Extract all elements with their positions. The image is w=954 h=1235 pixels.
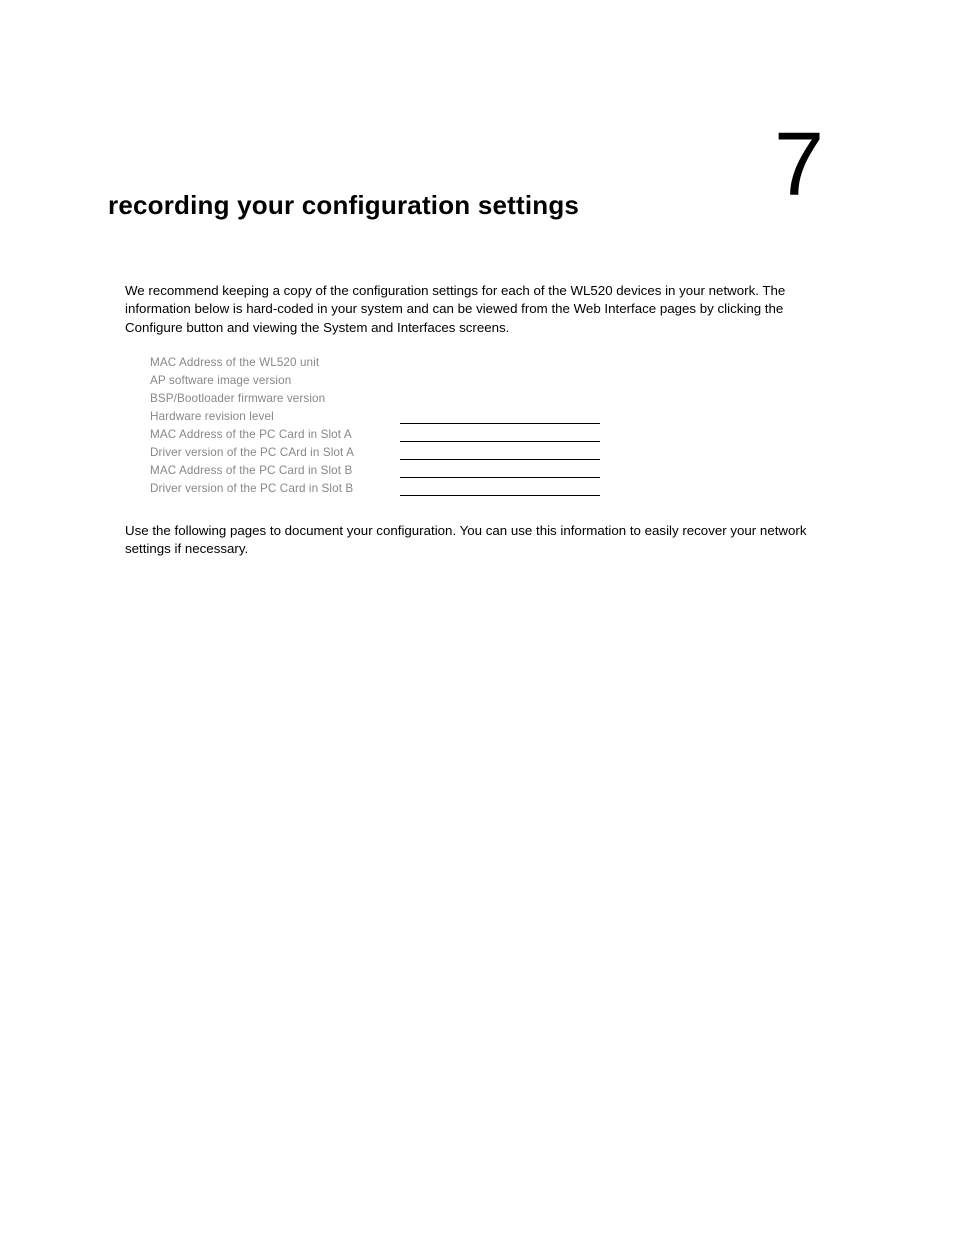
- config-row: MAC Address of the PC Card in Slot B: [150, 462, 750, 480]
- config-label: Hardware revision level: [150, 408, 390, 426]
- config-row: Driver version of the PC CArd in Slot A: [150, 444, 750, 462]
- config-row: MAC Address of the PC Card in Slot A: [150, 426, 750, 444]
- blank-line: [400, 446, 600, 460]
- config-label: MAC Address of the PC Card in Slot A: [150, 426, 390, 444]
- config-label: Driver version of the PC Card in Slot B: [150, 480, 390, 498]
- blank-line: [400, 428, 600, 442]
- config-row: Driver version of the PC Card in Slot B: [150, 480, 750, 498]
- config-label: AP software image version: [150, 372, 390, 390]
- config-settings-list: MAC Address of the WL520 unit AP softwar…: [150, 354, 750, 498]
- config-row: MAC Address of the WL520 unit: [150, 354, 750, 372]
- blank-line: [400, 464, 600, 478]
- page-title: recording your configuration settings: [108, 190, 579, 221]
- config-label: BSP/Bootloader firmware version: [150, 390, 390, 408]
- config-row: BSP/Bootloader firmware version: [150, 390, 750, 408]
- blank-line: [400, 410, 600, 424]
- config-label: MAC Address of the WL520 unit: [150, 354, 390, 372]
- config-label: Driver version of the PC CArd in Slot A: [150, 444, 390, 462]
- chapter-number: 7: [774, 120, 824, 210]
- followup-paragraph: Use the following pages to document your…: [125, 522, 835, 559]
- config-row: Hardware revision level: [150, 408, 750, 426]
- page: 7 recording your configuration settings …: [0, 0, 954, 1235]
- config-label: MAC Address of the PC Card in Slot B: [150, 462, 390, 480]
- blank-line: [400, 482, 600, 496]
- intro-paragraph: We recommend keeping a copy of the confi…: [125, 282, 835, 337]
- config-row: AP software image version: [150, 372, 750, 390]
